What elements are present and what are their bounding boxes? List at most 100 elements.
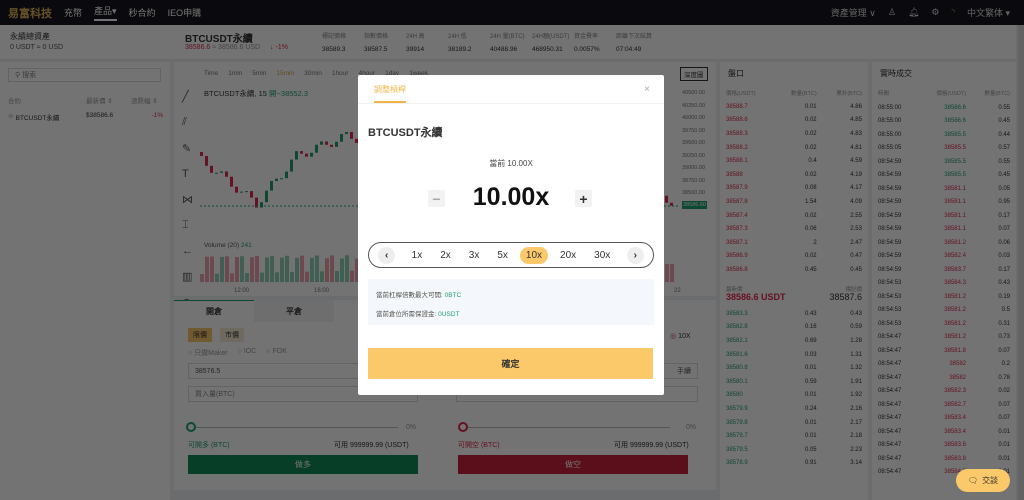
interval-15min[interactable]: 15min [276, 70, 294, 77]
interval-30min[interactable]: 30min [304, 70, 322, 77]
nav-products[interactable]: 產品▾ [94, 4, 117, 21]
page-scrollbar[interactable] [1018, 25, 1024, 500]
brush-tool-icon[interactable]: ✎ [182, 142, 193, 155]
scroll-left-icon[interactable]: ‹ [378, 246, 396, 264]
orderbook-row[interactable]: 38587.3 0.06 2.53 [720, 222, 868, 236]
orderbook-row[interactable]: 38581.6 0.03 1.31 [720, 348, 868, 362]
asset-management-menu[interactable]: 資產管理 ∨ [831, 6, 876, 19]
search-input[interactable]: ⚲ 搜索 [8, 68, 161, 82]
nav-second-contract[interactable]: 秒合約 [129, 6, 156, 19]
trendline-tool-icon[interactable]: ╱ [182, 90, 193, 103]
orderbook-row[interactable]: 38587.1 2 2.47 [720, 236, 868, 250]
time-tick: 16:00 [314, 288, 330, 294]
orderbook-row[interactable]: 38588.7 0.01 4.86 [720, 100, 868, 114]
leverage-option-1x[interactable]: 1x [406, 247, 429, 264]
tab-close-position[interactable]: 平倉 [254, 300, 334, 322]
col-latest-price[interactable]: 最新價 ⇕ [86, 95, 131, 105]
orderbook-row[interactable]: 38582.8 0.16 0.59 [720, 321, 868, 335]
orderbook-row[interactable]: 38579.5 0.05 2.23 [720, 443, 868, 457]
language-select[interactable]: 中文繁体 ▾ [967, 6, 1010, 19]
logo[interactable]: 易富科技 [8, 5, 52, 21]
interval-Time[interactable]: Time [204, 70, 218, 77]
orderbook-row[interactable]: 38583.3 0.43 0.43 [720, 307, 868, 321]
volume-bar [345, 255, 349, 282]
short-slider-handle[interactable] [458, 422, 468, 432]
nav-deposit[interactable]: 充幣 [64, 6, 82, 19]
orderbook-row[interactable]: 38580.1 0.59 1.91 [720, 375, 868, 389]
maker-only-radio[interactable]: ○ 只做Maker [188, 348, 228, 358]
short-button[interactable]: 做空 [458, 455, 688, 474]
limit-order-button[interactable]: 限價 [188, 328, 212, 342]
leverage-option-30x[interactable]: 30x [588, 247, 616, 264]
long-button[interactable]: 做多 [188, 455, 418, 474]
orderbook-row[interactable]: 38580.8 0.01 1.32 [720, 361, 868, 375]
tab-open-position[interactable]: 開倉 [174, 300, 254, 322]
mark-price: 38587.6 [829, 292, 862, 302]
long-slider-handle[interactable] [186, 422, 196, 432]
orderbook-row[interactable]: 38579.8 0.01 2.17 [720, 416, 868, 430]
orderbook-row[interactable]: 38587.9 0.08 4.17 [720, 182, 868, 196]
ticker-stat: 標記價格 38589.3 [322, 34, 347, 53]
orderbook-row[interactable]: 38588.6 0.02 4.85 [720, 114, 868, 128]
volume-bar [310, 258, 314, 282]
fok-radio[interactable]: ○ FOK [266, 348, 287, 358]
account-title: 永續總資產 [10, 32, 50, 41]
settings-icon[interactable]: ⚙ [931, 7, 939, 18]
close-icon[interactable]: × [644, 84, 650, 95]
trade-row: 08:55:05 38585.5 0.57 [878, 145, 1010, 152]
interval-1min[interactable]: 1min [228, 70, 242, 77]
col-change[interactable]: 漲跌幅 ⇕ [131, 95, 163, 105]
scroll-right-icon[interactable]: › [626, 246, 644, 264]
volume-bar [295, 257, 299, 282]
orderbook-row[interactable]: 38588 0.02 4.19 [720, 168, 868, 182]
orderbook-row[interactable]: 38588.1 0.4 4.59 [720, 154, 868, 168]
user-icon[interactable]: ♙ [888, 7, 896, 18]
candle [275, 178, 278, 181]
orderbook-row[interactable]: 38582.1 0.69 1.28 [720, 334, 868, 348]
leverage-option-10x[interactable]: 10x [519, 246, 549, 264]
pattern-tool-icon[interactable]: ⋈ [182, 193, 193, 206]
measure-tool-icon[interactable]: ⌶ [182, 219, 193, 232]
nav-ieo[interactable]: IEO申購 [168, 6, 202, 19]
tab-adjust-leverage[interactable]: 調整槓桿 [374, 84, 406, 103]
text-tool-icon[interactable]: T [182, 168, 193, 180]
orderbook-row[interactable]: 38579.7 0.01 2.18 [720, 429, 868, 443]
market-order-button[interactable]: 市價 [220, 328, 244, 342]
confirm-button[interactable]: 確定 [368, 348, 653, 379]
volume-bar [275, 272, 279, 282]
chat-button[interactable]: 🗨︎ 交談 [956, 469, 1010, 492]
trade-row: 08:54:59 38581.1 0.95 [878, 199, 1010, 206]
orderbook-row[interactable]: 38578.9 0.91 3.14 [720, 457, 868, 471]
orderbook-row[interactable]: 38580 0.01 1.92 [720, 389, 868, 403]
orderbook-row[interactable]: 38588.2 0.02 4.81 [720, 141, 868, 155]
increase-leverage-button[interactable]: + [575, 190, 592, 207]
rss-icon[interactable]: ◝ [951, 7, 955, 18]
leverage-option-5x[interactable]: 5x [491, 247, 514, 264]
market-list-item[interactable]: ☆ BTCUSDT永續 $38586.6 -1% [8, 112, 163, 122]
leverage-option-20x[interactable]: 20x [554, 247, 582, 264]
indicator-icon[interactable]: ▥ [182, 270, 193, 283]
short-amount-slider[interactable] [460, 427, 670, 428]
fib-tool-icon[interactable]: ⫽ [182, 116, 193, 129]
orderbook-row[interactable]: 38579.9 0.24 2.16 [720, 402, 868, 416]
star-icon[interactable]: ☆ [8, 112, 16, 122]
depth-chart-button[interactable]: 深度圖 [680, 67, 708, 81]
bell-icon[interactable]: 🔔︎ [908, 7, 919, 18]
ioc-radio[interactable]: ○ IOC [238, 348, 257, 358]
back-arrow-icon[interactable]: ← [182, 245, 193, 257]
orderbook-row[interactable]: 38586.8 0.45 0.45 [720, 263, 868, 277]
interval-1hour[interactable]: 1hour [332, 70, 349, 77]
trade-row: 08:54:59 38581.1 0.05 [878, 185, 1010, 192]
leverage-option-2x[interactable]: 2x [434, 247, 457, 264]
long-amount-slider[interactable] [188, 427, 398, 428]
trade-row: 08:54:59 38581.1 0.07 [878, 226, 1010, 233]
orderbook-row[interactable]: 38587.8 1.54 4.09 [720, 195, 868, 209]
leverage-option-3x[interactable]: 3x [463, 247, 486, 264]
volume-bar [225, 256, 229, 282]
orderbook-row[interactable]: 38586.9 0.02 0.47 [720, 250, 868, 264]
orderbook-row[interactable]: 38588.3 0.02 4.83 [720, 127, 868, 141]
price-tick: 38750.00 [682, 177, 705, 184]
orderbook-row[interactable]: 38587.4 0.02 2.55 [720, 209, 868, 223]
interval-5min[interactable]: 5min [252, 70, 266, 77]
leverage-display[interactable]: ◎ 10X [670, 332, 691, 340]
